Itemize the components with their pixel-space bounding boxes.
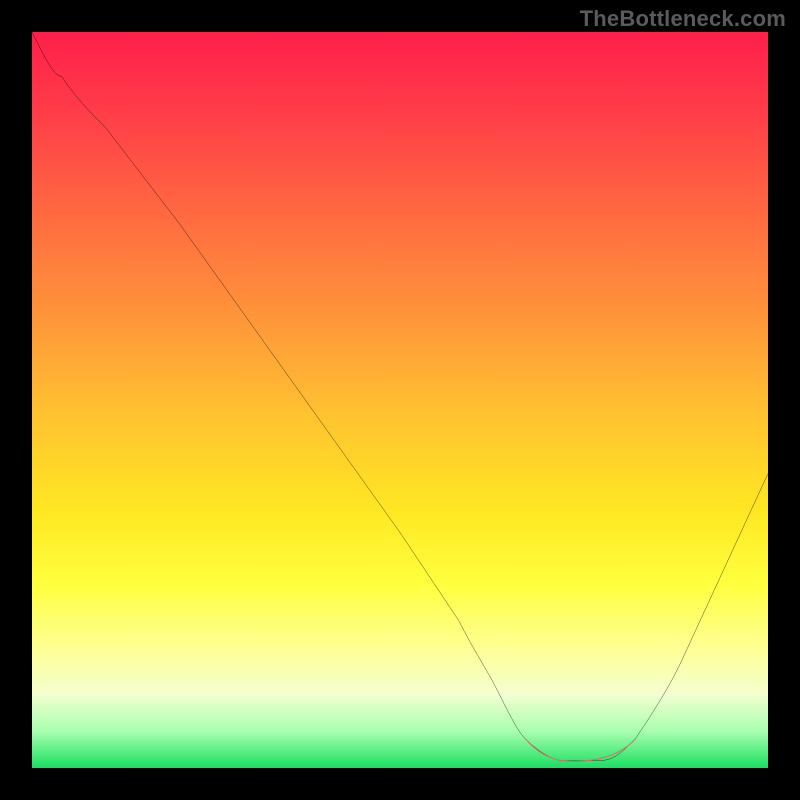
watermark: TheBottleneck.com xyxy=(580,6,786,32)
chart-frame: TheBottleneck.com xyxy=(0,0,800,800)
plot-area xyxy=(32,32,768,768)
heat-gradient xyxy=(32,32,768,768)
